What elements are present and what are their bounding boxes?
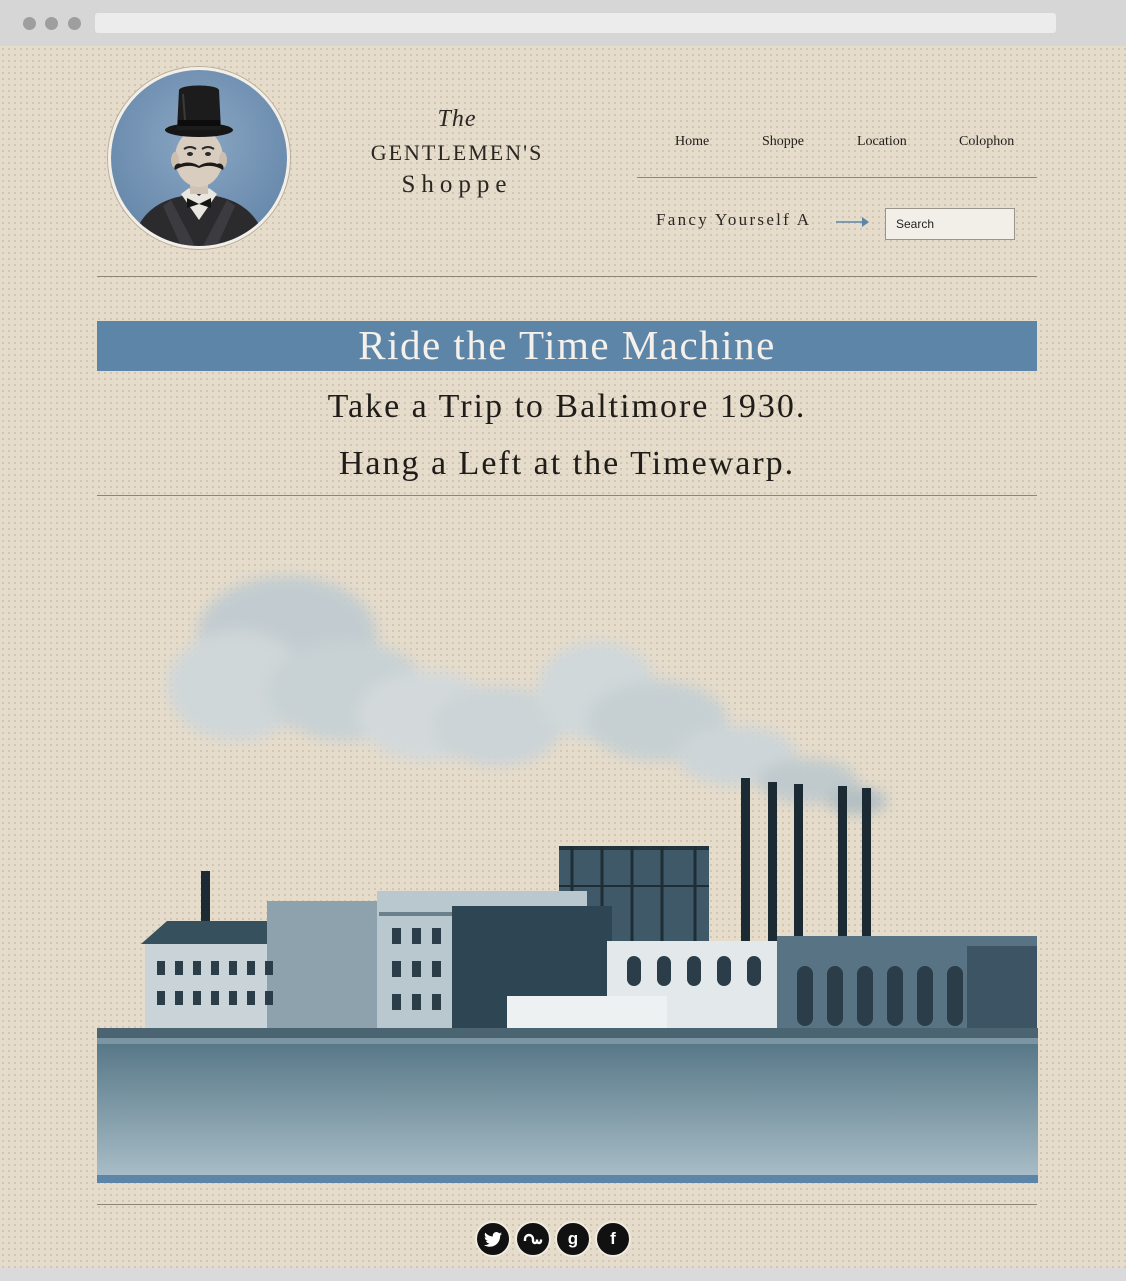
google-icon[interactable]: g xyxy=(555,1221,591,1257)
nav-location[interactable]: Location xyxy=(857,134,907,150)
window-bottom-edge xyxy=(0,1268,1126,1281)
browser-chrome xyxy=(0,0,1126,46)
hero-line-2: Hang a Left at the Timewarp. xyxy=(338,445,796,482)
logo-portrait[interactable] xyxy=(108,67,290,249)
twitter-icon[interactable] xyxy=(475,1221,511,1257)
address-bar[interactable] xyxy=(95,13,1056,33)
search-input[interactable] xyxy=(885,208,1015,240)
brand-name-line2: Shoppe xyxy=(401,171,513,198)
window-close-icon[interactable] xyxy=(23,17,36,30)
footer-divider xyxy=(97,1204,1037,1205)
hero-line-1: Take a Trip to Baltimore 1930. xyxy=(327,388,807,425)
nav-shoppe[interactable]: Shoppe xyxy=(762,134,804,150)
hero-divider xyxy=(97,495,1037,496)
facebook-icon[interactable]: f xyxy=(595,1221,631,1257)
arrow-right-icon xyxy=(836,217,869,227)
harbor-water xyxy=(97,1044,1038,1175)
pier xyxy=(97,1028,1038,1038)
gentleman-portrait-icon xyxy=(131,85,267,246)
nav-divider xyxy=(637,177,1037,178)
smoke-cloud xyxy=(167,576,887,815)
page: The GENTLEMEN'S Shoppe Home Shoppe Locat… xyxy=(0,46,1126,1268)
brand-name-line1: GENTLEMEN'S xyxy=(370,140,544,165)
search-prompt: Fancy Yourself A xyxy=(656,210,812,229)
nav-colophon[interactable]: Colophon xyxy=(959,134,1014,150)
nav-home[interactable]: Home xyxy=(675,134,709,150)
header-divider xyxy=(97,276,1037,277)
image-accent-bar xyxy=(97,1175,1038,1183)
pier-edge xyxy=(97,1038,1038,1044)
brand-the: The xyxy=(437,106,477,132)
brand-wordmark[interactable]: The GENTLEMEN'S Shoppe xyxy=(340,106,574,202)
stumbleupon-icon[interactable] xyxy=(515,1221,551,1257)
window-maximize-icon[interactable] xyxy=(68,17,81,30)
hero-banner: Ride the Time Machine xyxy=(97,321,1037,371)
window-minimize-icon[interactable] xyxy=(45,17,58,30)
factory-waterfront-image xyxy=(97,576,1038,1183)
